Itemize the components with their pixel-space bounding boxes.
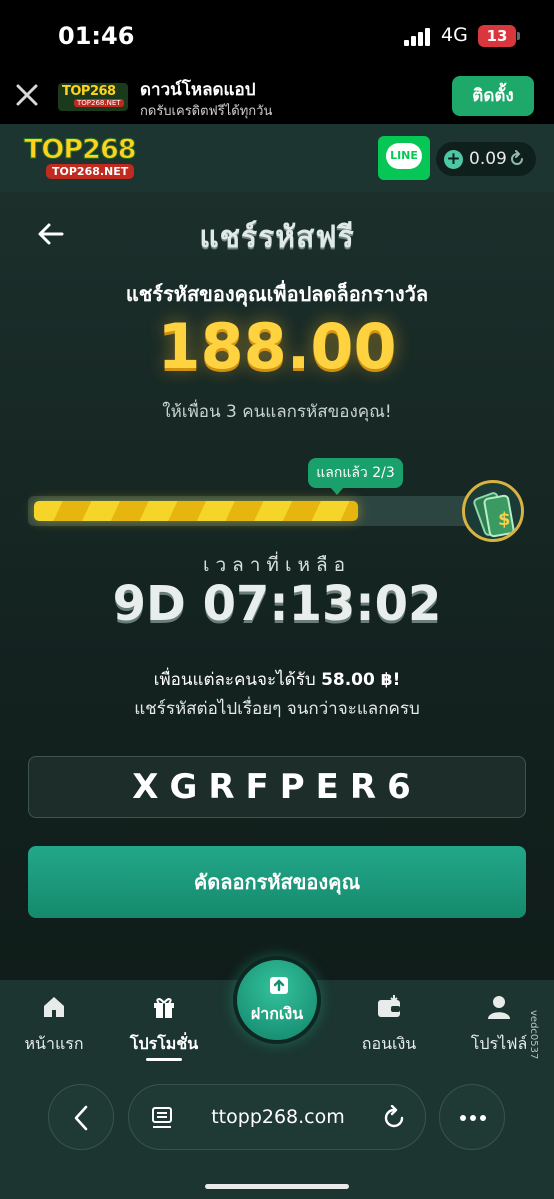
gift-icon bbox=[154, 998, 174, 1018]
status-bar: 01:46 4G 13 bbox=[0, 0, 554, 72]
progress-label: แลกแล้ว 2/3 bbox=[316, 465, 395, 481]
deposit-icon bbox=[270, 977, 288, 994]
nav-promotions-label: โปรโมชั่น bbox=[129, 1034, 199, 1053]
battery-icon: 13 bbox=[478, 25, 516, 47]
app-header: TOP268 TOP268.NET LINE + 0.09 bbox=[0, 124, 554, 192]
banner-logo-url: TOP268.NET bbox=[74, 99, 124, 107]
nav-withdraw[interactable]: ถอนเงิน bbox=[339, 994, 439, 1057]
cash-reward-icon: $ bbox=[462, 480, 524, 542]
install-button[interactable]: ติดตั้ง bbox=[452, 76, 534, 116]
money-icon: $ bbox=[473, 492, 515, 538]
site-logo[interactable]: TOP268 TOP268.NET bbox=[24, 134, 152, 182]
plus-icon[interactable]: + bbox=[444, 150, 463, 169]
close-icon[interactable] bbox=[14, 82, 40, 108]
page-subtitle: แชร์รหัสของคุณเพื่อปลดล็อกรางวัล bbox=[125, 282, 429, 306]
browser-back-button[interactable] bbox=[48, 1084, 114, 1150]
reload-icon[interactable] bbox=[381, 1105, 407, 1131]
banner-app-logo: TOP268 TOP268.NET bbox=[58, 83, 128, 111]
reward-amount: 188.00 bbox=[157, 310, 397, 383]
side-reference-code: vedc0537 bbox=[528, 1010, 539, 1060]
user-icon bbox=[488, 996, 510, 1019]
deposit-label: ฝากเงิน bbox=[250, 1004, 304, 1023]
banner-title: ดาวน์โหลดแอป bbox=[140, 80, 256, 100]
download-banner: TOP268 TOP268.NET ดาวน์โหลดแอป กดรับเครด… bbox=[0, 72, 554, 124]
network-label: 4G bbox=[441, 24, 468, 46]
banner-subtitle: กดรับเครดิตฟรีได้ทุกวัน bbox=[140, 104, 273, 119]
progress-badge: แลกแล้ว 2/3 bbox=[308, 458, 403, 495]
home-icon bbox=[44, 997, 64, 1017]
progress-fill bbox=[34, 501, 358, 521]
banner-logo-text: TOP268 bbox=[62, 84, 116, 99]
status-time: 01:46 bbox=[58, 22, 135, 50]
bottom-nav: หน้าแรก โปรโมชั่น ฝากเงิน ถอนเงิน โปรไฟล… bbox=[0, 956, 554, 1062]
progress-bar bbox=[28, 496, 498, 526]
browser-toolbar: ttopp268.com bbox=[0, 1062, 554, 1199]
address-bar[interactable]: ttopp268.com bbox=[128, 1084, 426, 1150]
friend-reward-text: เพื่อนแต่ละคนจะได้รับ 58.00 ฿! bbox=[0, 666, 554, 693]
refresh-icon[interactable] bbox=[508, 150, 526, 168]
share-code-page: แชร์รหัสฟรี แชร์รหัสของคุณเพื่อปลดล็อกรา… bbox=[0, 192, 554, 980]
page-title: แชร์รหัสฟรี bbox=[199, 220, 355, 255]
active-tab-indicator bbox=[146, 1058, 182, 1061]
friend-reward-amount: 58.00 ฿! bbox=[321, 670, 401, 690]
deposit-button[interactable]: ฝากเงิน bbox=[233, 956, 321, 1044]
nav-home-label: หน้าแรก bbox=[24, 1034, 84, 1053]
site-logo-url: TOP268.NET bbox=[46, 164, 135, 179]
signal-icon bbox=[404, 28, 432, 46]
nav-home[interactable]: หน้าแรก bbox=[4, 994, 104, 1057]
svg-text:$: $ bbox=[498, 509, 511, 530]
line-contact-button[interactable]: LINE bbox=[378, 136, 430, 180]
copy-code-button[interactable]: คัดลอกรหัสของคุณ bbox=[28, 846, 526, 918]
chevron-left-icon bbox=[74, 1105, 88, 1131]
battery-nub bbox=[517, 32, 520, 40]
more-icon bbox=[460, 1115, 486, 1121]
wallet-icon bbox=[378, 995, 400, 1017]
nav-promotions[interactable]: โปรโมชั่น bbox=[114, 994, 214, 1057]
browser-more-button[interactable] bbox=[439, 1084, 505, 1150]
wallet-balance: 0.09 bbox=[469, 149, 507, 169]
referral-code[interactable]: XGRFPER6 bbox=[28, 756, 526, 818]
countdown-timer: 9D 07:13:02 bbox=[112, 576, 442, 632]
line-label: LINE bbox=[390, 149, 418, 162]
line-icon: LINE bbox=[386, 143, 422, 169]
badge-pointer bbox=[330, 487, 344, 495]
keep-sharing-text: แชร์รหัสต่อไปเรื่อยๆ จนกว่าจะแลกครบ bbox=[134, 699, 420, 719]
battery-level: 13 bbox=[486, 27, 508, 45]
home-indicator bbox=[205, 1184, 349, 1189]
nav-withdraw-label: ถอนเงิน bbox=[361, 1034, 417, 1053]
friend-reward-prefix: เพื่อนแต่ละคนจะได้รับ bbox=[153, 670, 322, 690]
invite-instruction: ให้เพื่อน 3 คนแลกรหัสของคุณ! bbox=[162, 402, 392, 422]
wallet-balance-pill[interactable]: + 0.09 bbox=[436, 142, 536, 176]
site-logo-text: TOP268 bbox=[24, 134, 138, 166]
